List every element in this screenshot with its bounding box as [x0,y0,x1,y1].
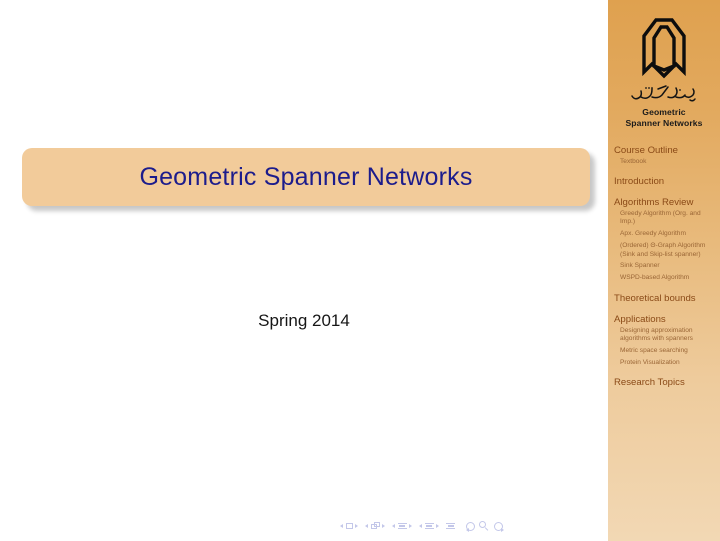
sidebar-item-applications[interactable]: Applications [614,314,720,326]
search-icon[interactable] [479,520,490,532]
previous-subsection-icon[interactable] [392,523,395,528]
previous-section-icon[interactable] [419,523,422,528]
next-section-icon[interactable] [436,523,439,528]
slide-icon[interactable] [345,523,353,529]
sidebar-navigation: Course Outline Textbook Introduction Alg… [608,145,720,389]
subsection-navigation-group [392,522,412,530]
sidebar-item-sink-spanner[interactable]: Sink Spanner [620,262,720,270]
sidebar-item-textbook[interactable]: Textbook [620,158,720,166]
page-title: Geometric Spanner Networks [139,162,473,191]
yazd-university-logo-icon [642,18,686,79]
frame-icon[interactable] [370,522,380,530]
sidebar-item-theta-graph-algorithm[interactable]: (Ordered) Θ-Graph Algorithm (Sink and Sk… [620,242,720,259]
section-icon[interactable] [424,522,434,530]
sidebar: Geometric Spanner Networks Course Outlin… [608,0,720,541]
sidebar-item-designing-approximation-algorithms[interactable]: Designing approximation algorithms with … [620,327,720,344]
sidebar-item-greedy-algorithm[interactable]: Greedy Algorithm (Org. and Imp.) [620,210,720,227]
sidebar-logo-block: Geometric Spanner Networks [608,0,720,129]
back-icon[interactable] [465,521,475,532]
frame-navigation-group [365,522,385,530]
sidebar-item-wspd-based-algorithm[interactable]: WSPD-based Algorithm [620,274,720,282]
sidebar-item-apx-greedy-algorithm[interactable]: Apx. Greedy Algorithm [620,230,720,238]
slide-navigation-group [340,523,358,529]
sidebar-item-metric-space-searching[interactable]: Metric space searching [620,347,720,355]
next-subsection-icon[interactable] [409,523,412,528]
previous-slide-icon[interactable] [340,524,343,528]
sidebar-logo-caption: Geometric Spanner Networks [608,107,720,129]
previous-frame-icon[interactable] [365,524,368,528]
document-icon[interactable] [446,522,455,530]
sidebar-item-algorithms-review[interactable]: Algorithms Review [614,197,720,209]
sidebar-item-research-topics[interactable]: Research Topics [614,377,720,389]
subsection-icon[interactable] [397,522,407,530]
sidebar-item-theoretical-bounds[interactable]: Theoretical bounds [614,293,720,305]
beamer-navigation-symbols [340,517,600,535]
sidebar-logo-caption-line2: Spanner Networks [625,118,703,128]
next-frame-icon[interactable] [382,524,385,528]
sidebar-item-introduction[interactable]: Introduction [614,176,720,188]
next-slide-icon[interactable] [355,524,358,528]
presentation-slide: Geometric Spanner Networks Spring 2014 G… [0,0,720,541]
slide-title-box: Geometric Spanner Networks [22,148,590,206]
persian-university-name-icon [631,85,696,102]
sidebar-item-protein-visualization[interactable]: Protein Visualization [620,359,720,367]
sidebar-item-course-outline[interactable]: Course Outline [614,145,720,157]
slide-subtitle: Spring 2014 [258,311,350,330]
section-navigation-group [419,522,439,530]
forward-icon[interactable] [494,521,504,532]
sidebar-logo-caption-line1: Geometric [642,107,686,117]
